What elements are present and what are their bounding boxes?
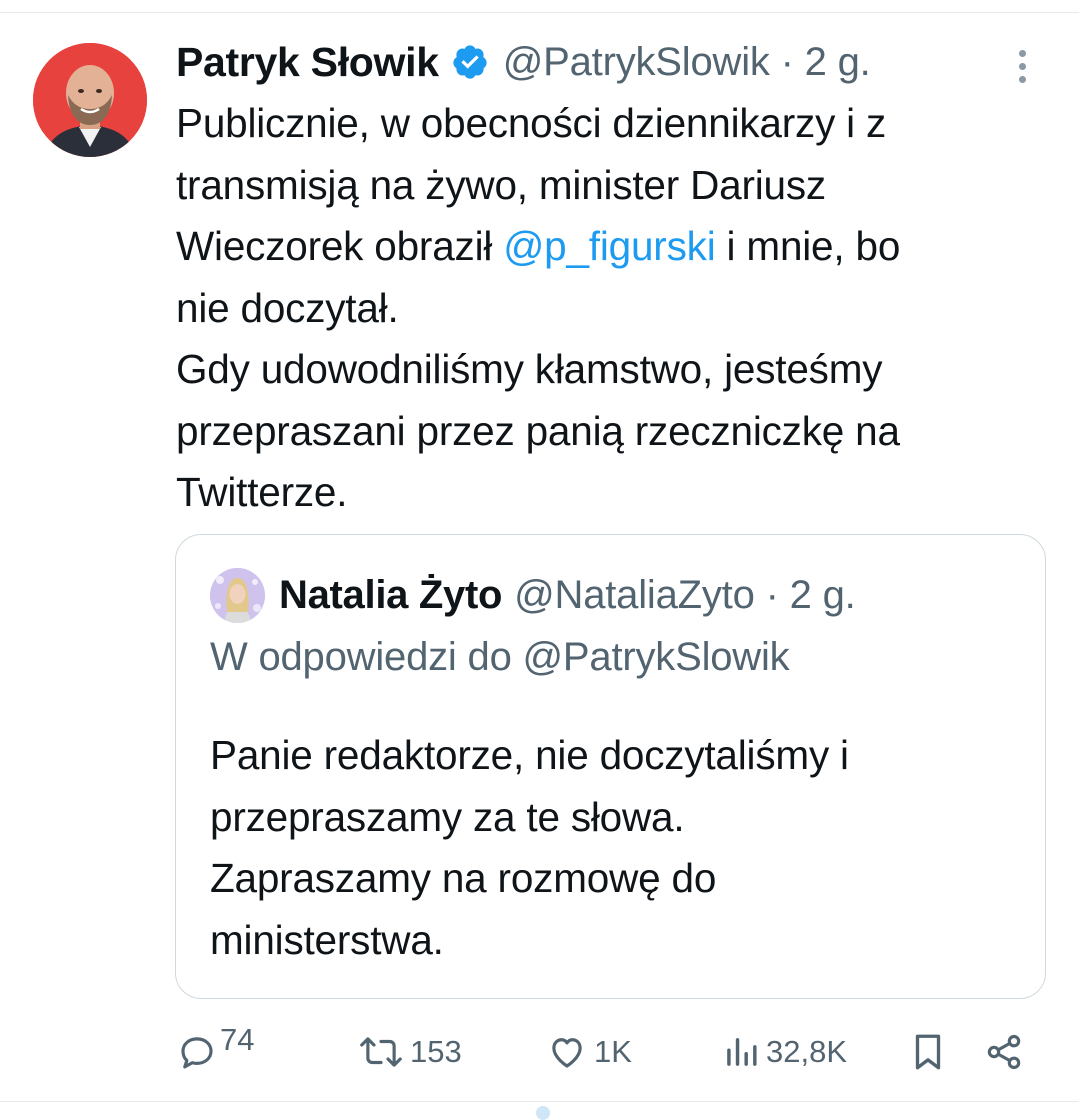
mention-link[interactable]: @p_figurski	[503, 223, 715, 269]
reply-icon	[181, 1037, 213, 1069]
tweet-text-fragment: Wieczorek obraził	[176, 223, 504, 269]
views-count: 32,8K	[766, 1034, 848, 1069]
bookmark-icon	[915, 1034, 941, 1070]
quoted-author-avatar[interactable]	[210, 567, 265, 623]
retweet-count: 153	[410, 1034, 462, 1069]
reply-count: 74	[220, 1022, 255, 1057]
quoted-author-display-name[interactable]: Natalia Żyto	[279, 573, 502, 618]
more-vertical-icon[interactable]	[1008, 46, 1038, 86]
quoted-text-line: ministerstwa.	[210, 916, 444, 963]
like-button[interactable]: 1K	[546, 1020, 632, 1084]
like-icon	[552, 1038, 582, 1068]
quoted-author-handle[interactable]: @NataliaZyto	[514, 573, 755, 617]
author-handle-time[interactable]: @PatrykSlowik · 2 g.	[503, 40, 871, 85]
quoted-text-line: Panie redaktorze, nie doczytaliśmy i	[210, 732, 849, 778]
tweet-text-line: przepraszani przez panią rzeczniczkę na	[176, 407, 900, 454]
tweet-header: Patryk Słowik @PatrykSlowik · 2 g.	[176, 36, 871, 88]
like-count: 1K	[594, 1034, 632, 1069]
tweet-text-fragment: i mnie, bo	[715, 223, 901, 269]
separator-dot: ·	[780, 39, 794, 84]
tweet-text-line: Wieczorek obraził @p_figurski i mnie, bo	[176, 216, 1046, 278]
top-divider	[0, 12, 1079, 13]
retweet-icon	[360, 1037, 402, 1067]
quoted-tweet-time[interactable]: 2 g.	[790, 573, 856, 617]
quoted-tweet-header: Natalia Żyto @NataliaZyto · 2 g.	[210, 567, 856, 623]
reply-button[interactable]: 74	[176, 1020, 254, 1084]
next-item-indicator	[536, 1106, 550, 1120]
tweet-action-bar: 74 153 1K 32,8K	[0, 1020, 1079, 1084]
quoted-tweet-text: Panie redaktorze, nie doczytaliśmy i prz…	[210, 725, 849, 971]
author-avatar[interactable]	[33, 43, 147, 157]
author-display-name[interactable]: Patryk Słowik	[176, 39, 439, 86]
tweet-text: Publicznie, w obecności dziennikarzy i z…	[176, 93, 1046, 524]
tweet-text-line: Publicznie, w obecności dziennikarzy i z	[176, 100, 887, 146]
retweet-button[interactable]: 153	[358, 1020, 462, 1084]
quoted-text-line: Zapraszamy na rozmowę do	[210, 855, 717, 901]
tweet-text-line: transmisją na żywo, minister Dariusz	[176, 161, 826, 208]
bookmark-button[interactable]	[910, 1020, 946, 1084]
separator-dot: ·	[765, 572, 779, 617]
reply-to-label: W odpowiedzi do @PatrykSlowik	[210, 635, 790, 679]
views-button[interactable]: 32,8K	[722, 1020, 847, 1084]
author-handle[interactable]: @PatrykSlowik	[503, 40, 770, 84]
tweet-text-line: Gdy udowodniliśmy kłamstwo, jesteśmy	[176, 346, 883, 392]
bottom-divider	[0, 1101, 1079, 1102]
quoted-tweet-card[interactable]: Natalia Żyto @NataliaZyto · 2 g. W odpow…	[175, 534, 1046, 999]
tweet-time[interactable]: 2 g.	[805, 40, 871, 84]
share-icon	[987, 1034, 1021, 1070]
share-button[interactable]	[984, 1020, 1024, 1084]
views-icon	[727, 1038, 757, 1066]
tweet-text-line: Twitterze.	[176, 469, 348, 515]
quoted-author-handle-time[interactable]: @NataliaZyto · 2 g.	[514, 572, 856, 618]
tweet-text-line: nie doczytał.	[176, 284, 399, 331]
quoted-text-line: przepraszamy za te słowa.	[210, 793, 685, 840]
verified-badge-icon	[451, 43, 489, 81]
